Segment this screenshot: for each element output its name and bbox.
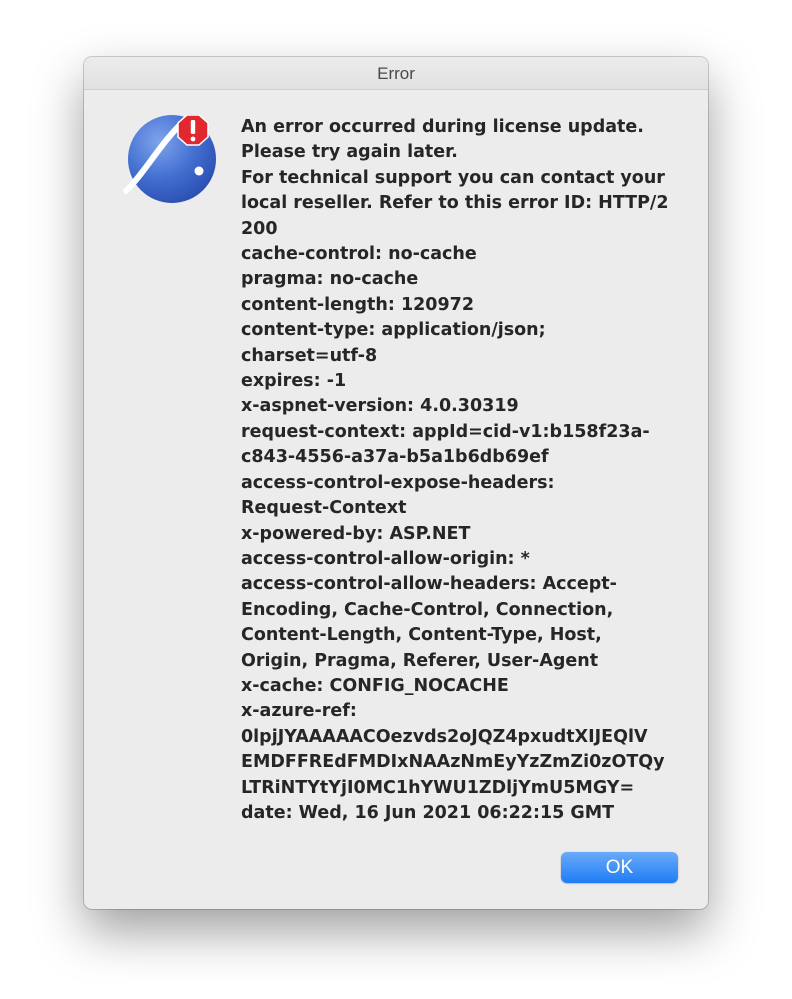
window-title: Error [377,64,415,83]
message-line: An error occurred during license update. [241,117,644,137]
ok-button[interactable]: OK [561,852,678,883]
message-line: Please try again later. [241,142,458,163]
message-line: Encoding, Cache-Control, Connection, [241,599,614,620]
message-line: Origin, Pragma, Referer, User-Agent [241,650,599,671]
message-line: x-aspnet-version: 4.0.30319 [241,396,519,417]
message-line: x-cache: CONFIG_NOCACHE [241,675,509,696]
message-line: date: Wed, 16 Jun 2021 06:22:15 GMT [241,802,615,823]
message-line: Content-Length, Content-Type, Host, [241,625,602,646]
message-line: x-powered-by: ASP.NET [241,523,471,544]
message-line: content-type: application/json; [241,320,546,341]
message-line: expires: -1 [241,371,347,392]
exclamation-icon [177,115,209,146]
message-line: access-control-expose-headers: [241,472,555,493]
message-line: c843-4556-a37a-b5a1b6db69ef [241,447,549,468]
error-dialog-window: Error An error occurred during license u… [84,57,708,909]
message-line: request-context: appId=cid-v1:b158f23a- [241,421,650,442]
message-line: EMDFFREdFMDIxNAAzNmEyYzZmZi0zOTQy [241,752,665,773]
message-line: access-control-allow-headers: Accept- [241,574,617,595]
message-line: pragma: no-cache [241,269,419,290]
message-line: charset=utf-8 [241,345,378,366]
title-bar[interactable]: Error [84,57,708,90]
message-line: access-control-allow-origin: * [241,548,530,569]
message-line: content-length: 120972 [241,294,475,315]
message-line: For technical support you can contact yo… [241,167,665,188]
message-line: local reseller. Refer to this error ID: … [241,193,669,214]
message-line: 0lpjJYAAAAACOezvds2oJQZ4pxudtXIJEQlV [241,726,648,747]
message-line: 200 [241,218,278,239]
app-icon-with-warning-badge [123,115,216,203]
message-line: cache-control: no-cache [241,244,477,265]
error-message: An error occurred during license update.… [241,115,676,826]
message-line: LTRiNTYtYjI0MC1hYWU1ZDljYmU5MGY= [241,777,635,798]
message-line: x-azure-ref: [241,701,357,722]
message-line: Request-Context [241,498,407,519]
